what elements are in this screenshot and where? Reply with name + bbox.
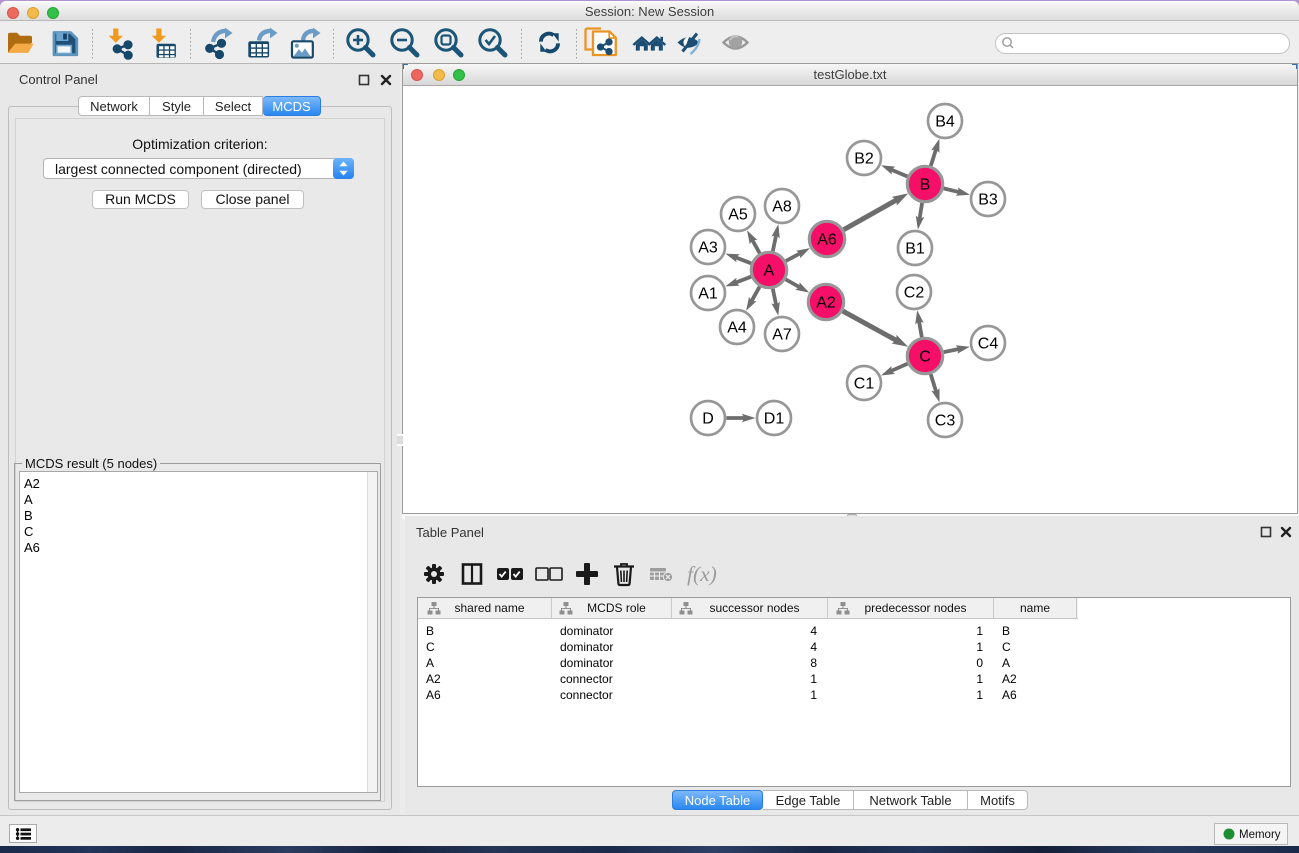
svg-text:D1: D1 <box>764 411 785 428</box>
svg-text:C2: C2 <box>904 285 925 302</box>
svg-text:B: B <box>920 177 931 194</box>
svg-text:A2: A2 <box>816 295 836 312</box>
svg-text:Memory: Memory <box>1239 829 1281 841</box>
svg-text:B1: B1 <box>905 241 925 258</box>
svg-text:A: A <box>764 263 775 280</box>
svg-text:C: C <box>919 349 931 366</box>
svg-text:C3: C3 <box>935 413 956 430</box>
svg-text:D: D <box>702 411 714 428</box>
svg-text:A3: A3 <box>698 240 718 257</box>
svg-text:A8: A8 <box>772 199 792 216</box>
svg-text:B4: B4 <box>935 114 955 131</box>
svg-text:A6: A6 <box>817 232 837 249</box>
svg-text:C4: C4 <box>978 336 999 353</box>
svg-text:f(x): f(x) <box>687 562 717 586</box>
svg-text:C1: C1 <box>854 376 875 393</box>
svg-text:B2: B2 <box>854 151 874 168</box>
svg-text:A1: A1 <box>698 286 718 303</box>
svg-text:A5: A5 <box>728 207 748 224</box>
svg-text:A7: A7 <box>772 327 792 344</box>
svg-text:A4: A4 <box>727 320 747 337</box>
svg-text:B3: B3 <box>978 192 998 209</box>
